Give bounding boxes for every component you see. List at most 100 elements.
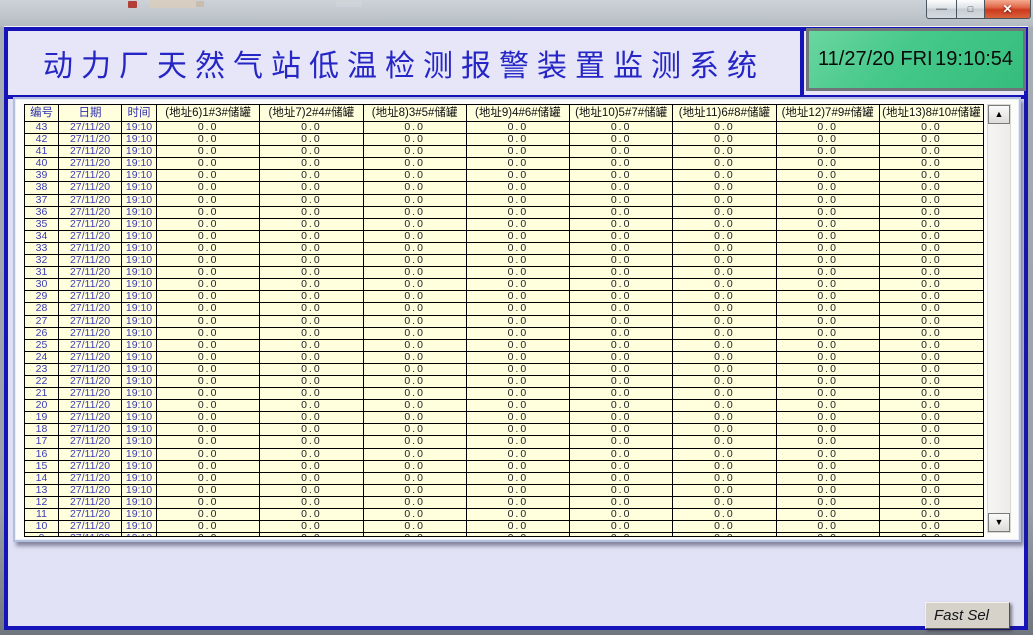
tank-value: 0.0 [880, 182, 983, 193]
tank-value: 0.0 [777, 521, 880, 532]
row-time: 19:10 [122, 134, 157, 145]
row-time: 19:10 [122, 388, 157, 399]
tank-value: 0.0 [467, 207, 570, 218]
tank-value: 0.0 [777, 316, 880, 327]
tank-value: 0.0 [673, 231, 776, 242]
tank-value: 0.0 [260, 158, 363, 169]
tank-value: 0.0 [260, 412, 363, 423]
tank-value: 0.0 [467, 243, 570, 254]
tank-value: 0.0 [260, 388, 363, 399]
tank-value: 0.0 [157, 352, 260, 363]
row-date: 27/11/20 [59, 412, 122, 423]
tank-value: 0.0 [364, 521, 467, 532]
tank-value: 0.0 [570, 170, 673, 181]
minimize-button[interactable]: — [926, 0, 957, 19]
tank-value: 0.0 [570, 291, 673, 302]
tank-value: 0.0 [673, 497, 776, 508]
row-time: 19:10 [122, 316, 157, 327]
tank-value: 0.0 [260, 291, 363, 302]
row-time: 19:10 [122, 485, 157, 496]
fast-sel-button[interactable]: Fast Sel [925, 602, 1010, 629]
row-time: 19:10 [122, 436, 157, 447]
row-number: 40 [25, 158, 59, 169]
tank-value: 0.0 [157, 388, 260, 399]
tank-value: 0.0 [570, 533, 673, 537]
column-header: (地址13)8#10#储罐 [880, 105, 983, 121]
title-panel: 动力厂天然气站低温检测报警装置监测系统 [8, 31, 804, 95]
tank-value: 0.0 [157, 497, 260, 508]
tank-value: 0.0 [880, 255, 983, 266]
scroll-up-button[interactable]: ▲ [988, 105, 1010, 124]
row-date: 27/11/20 [59, 449, 122, 460]
table-row: 2827/11/2019:100.00.00.00.00.00.00.00.0 [25, 303, 983, 315]
tank-value: 0.0 [467, 388, 570, 399]
table-row: 1827/11/2019:100.00.00.00.00.00.00.00.0 [25, 424, 983, 436]
tank-value: 0.0 [673, 134, 776, 145]
row-date: 27/11/20 [59, 170, 122, 181]
tank-value: 0.0 [570, 340, 673, 351]
vertical-scrollbar[interactable]: ▲ ▼ [987, 104, 1011, 533]
tank-value: 0.0 [157, 473, 260, 484]
tank-value: 0.0 [364, 243, 467, 254]
column-header: 时间 [122, 105, 157, 121]
tank-value: 0.0 [673, 158, 776, 169]
header-strip: 动力厂天然气站低温检测报警装置监测系统 11/27/20 FRI 19:10:5… [8, 31, 1024, 99]
tank-value: 0.0 [260, 146, 363, 157]
tank-value: 0.0 [880, 316, 983, 327]
tank-value: 0.0 [777, 231, 880, 242]
tank-value: 0.0 [673, 291, 776, 302]
tank-value: 0.0 [157, 303, 260, 314]
tank-value: 0.0 [777, 243, 880, 254]
tank-value: 0.0 [777, 146, 880, 157]
window-titlebar[interactable]: — □ ✕ [0, 0, 1033, 27]
tank-value: 0.0 [260, 219, 363, 230]
row-time: 19:10 [122, 449, 157, 460]
tank-value: 0.0 [673, 412, 776, 423]
tank-value: 0.0 [157, 170, 260, 181]
tank-value: 0.0 [467, 461, 570, 472]
tank-value: 0.0 [364, 449, 467, 460]
tank-value: 0.0 [364, 364, 467, 375]
tank-value: 0.0 [880, 122, 983, 133]
scroll-up-icon: ▲ [995, 110, 1004, 119]
tank-value: 0.0 [157, 340, 260, 351]
row-time: 19:10 [122, 521, 157, 532]
tank-value: 0.0 [467, 364, 570, 375]
close-button[interactable]: ✕ [984, 0, 1031, 19]
row-date: 27/11/20 [59, 146, 122, 157]
column-header: (地址8)3#5#储罐 [364, 105, 467, 121]
tank-value: 0.0 [777, 279, 880, 290]
tank-value: 0.0 [157, 449, 260, 460]
tank-value: 0.0 [260, 340, 363, 351]
tank-value: 0.0 [673, 376, 776, 387]
tank-value: 0.0 [570, 134, 673, 145]
row-date: 27/11/20 [59, 255, 122, 266]
row-time: 19:10 [122, 170, 157, 181]
tank-value: 0.0 [777, 303, 880, 314]
tank-value: 0.0 [777, 509, 880, 520]
row-number: 16 [25, 449, 59, 460]
column-header: 编号 [25, 105, 59, 121]
tank-value: 0.0 [364, 485, 467, 496]
tank-value: 0.0 [777, 400, 880, 411]
maximize-button[interactable]: □ [956, 0, 985, 19]
tank-value: 0.0 [157, 316, 260, 327]
tank-value: 0.0 [364, 231, 467, 242]
background-artifact [196, 1, 204, 7]
clock-time: 19:10:54 [935, 48, 1013, 71]
row-date: 27/11/20 [59, 473, 122, 484]
row-number: 15 [25, 461, 59, 472]
row-date: 27/11/20 [59, 436, 122, 447]
tank-value: 0.0 [673, 509, 776, 520]
tank-value: 0.0 [570, 400, 673, 411]
row-time: 19:10 [122, 424, 157, 435]
tank-value: 0.0 [260, 473, 363, 484]
table-row: 1227/11/2019:100.00.00.00.00.00.00.00.0 [25, 497, 983, 509]
tank-value: 0.0 [157, 122, 260, 133]
tank-value: 0.0 [364, 436, 467, 447]
tank-value: 0.0 [673, 533, 776, 537]
scroll-down-button[interactable]: ▼ [988, 513, 1010, 532]
row-number: 38 [25, 182, 59, 193]
tank-value: 0.0 [467, 195, 570, 206]
tank-value: 0.0 [777, 497, 880, 508]
